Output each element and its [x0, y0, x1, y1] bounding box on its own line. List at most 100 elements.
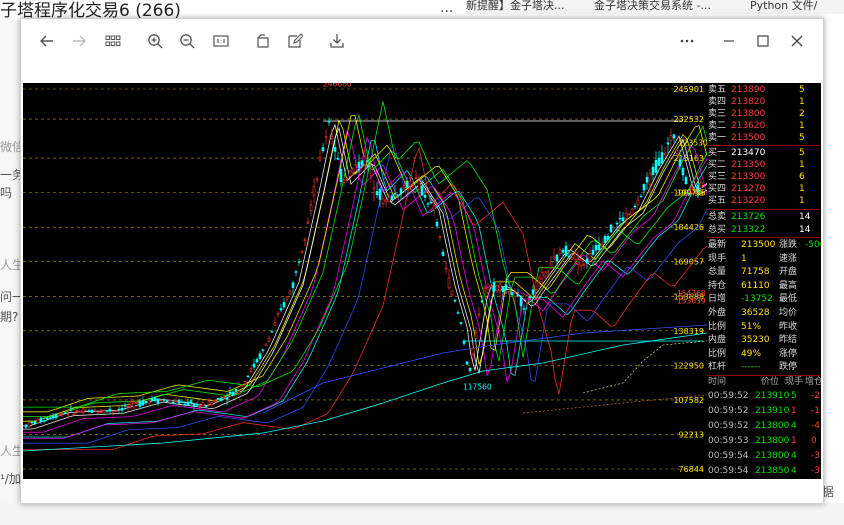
candle-body	[159, 399, 163, 401]
tick-price: 213910	[755, 406, 790, 416]
background-tab-3[interactable]: Python 文件/	[750, 0, 817, 13]
candle-body	[111, 410, 115, 413]
ask-volume: 1	[799, 121, 805, 131]
candle-body	[480, 300, 484, 303]
back-arrow-icon[interactable]	[37, 31, 57, 51]
bid-price: 213300	[731, 172, 766, 182]
candle-body	[519, 297, 523, 307]
candle-body	[273, 322, 277, 326]
candle-body	[486, 287, 490, 294]
zoom-out-icon[interactable]	[177, 31, 197, 51]
candle-body	[630, 208, 634, 216]
tick-price: 213800	[755, 451, 790, 461]
tick-time: 00:59:54	[708, 466, 749, 476]
quote-separator	[707, 209, 821, 210]
candle-body	[186, 401, 190, 406]
candle-body	[588, 253, 592, 262]
bid-price: 213470	[731, 148, 766, 158]
candle-body	[438, 236, 442, 238]
background-side-text: ¹/加	[0, 472, 21, 486]
bid-label: 买二	[708, 160, 727, 170]
total-price: 213322	[731, 225, 766, 235]
edit-icon[interactable]	[285, 31, 305, 51]
candle-body	[642, 184, 646, 191]
ask-label: 卖三	[708, 109, 727, 119]
rotate-icon[interactable]	[253, 31, 273, 51]
stat-row: 现手 1 速涨	[707, 253, 821, 265]
forward-arrow-icon[interactable]	[69, 31, 89, 51]
candle-body	[84, 409, 88, 412]
stat-label: 内盘	[708, 335, 727, 346]
candle-body	[48, 417, 52, 420]
candle-body	[579, 258, 583, 267]
tick-chg: -3	[811, 451, 820, 461]
candle-body	[654, 159, 658, 173]
close-icon[interactable]	[787, 31, 807, 51]
candle-body	[135, 402, 139, 404]
candle-body	[663, 152, 667, 155]
candle-body	[492, 282, 496, 291]
candle-body	[408, 180, 412, 187]
candle-body	[582, 263, 586, 266]
background-tab-1[interactable]: 新提醒】金子塔决...	[466, 0, 565, 13]
candle-body	[108, 408, 112, 412]
candle-body	[288, 290, 292, 295]
stat-label: 外盘	[708, 308, 727, 318]
zoom-in-icon[interactable]	[145, 31, 165, 51]
candle-body	[684, 176, 688, 185]
candle-body	[348, 170, 352, 177]
background-tab-2[interactable]: 金子塔决策交易系统 -...	[594, 0, 711, 13]
candle-body	[276, 312, 280, 315]
candle-body	[552, 256, 556, 260]
chart-annotation: 153639	[677, 296, 706, 305]
candle-body	[393, 193, 397, 195]
stat-label: 日增	[708, 294, 727, 305]
ask-row: 卖五 213890 5	[707, 84, 821, 96]
bid-label: 买三	[708, 172, 727, 182]
candle-body	[414, 177, 418, 179]
grid-icon[interactable]	[103, 31, 123, 51]
bid-label: 买四	[708, 184, 727, 194]
candle-body	[177, 399, 181, 404]
ask-label: 卖五	[708, 85, 727, 95]
total-price: 213726	[731, 212, 766, 222]
candle-body	[156, 398, 160, 404]
total-volume: 14	[799, 212, 811, 222]
tick-time: 00:59:53	[708, 436, 749, 446]
candle-body	[432, 205, 436, 211]
bid-price: 213270	[731, 184, 766, 194]
actual-size-icon[interactable]	[211, 31, 231, 51]
total-row: 总买 213322 14	[707, 224, 821, 236]
candle-body	[345, 178, 349, 180]
ask-row: 卖三 213800 2	[707, 108, 821, 120]
candle-body	[30, 421, 34, 424]
candle-body	[261, 349, 265, 351]
ask-volume: 1	[799, 97, 805, 107]
candle-body	[291, 282, 295, 288]
minimize-icon[interactable]	[719, 31, 739, 51]
candle-body	[477, 313, 481, 316]
tick-price: 213910	[755, 391, 790, 401]
candle-body	[141, 400, 145, 406]
tick-header-chg: 增仓	[805, 377, 821, 387]
save-icon[interactable]	[327, 31, 347, 51]
tick-chg: 0	[811, 436, 817, 446]
candle-body	[51, 416, 55, 419]
candle-body	[558, 249, 562, 254]
quote-separator	[707, 237, 821, 238]
candle-body	[24, 424, 28, 428]
more-dots-icon[interactable]	[677, 31, 697, 51]
candle-body	[423, 194, 427, 198]
candle-body	[282, 302, 286, 308]
background-more-icon[interactable]: ...	[440, 0, 453, 16]
maximize-icon[interactable]	[753, 31, 773, 51]
candle-body	[462, 340, 466, 344]
bid-price: 213350	[731, 160, 766, 170]
candle-body	[216, 398, 220, 400]
tick-header-qty: 现手	[785, 377, 804, 387]
lower-band-line	[23, 332, 707, 452]
ask-label: 卖一	[708, 133, 727, 143]
candle-body	[537, 277, 541, 282]
ask-price: 213620	[731, 121, 766, 131]
candle-body	[120, 408, 124, 411]
